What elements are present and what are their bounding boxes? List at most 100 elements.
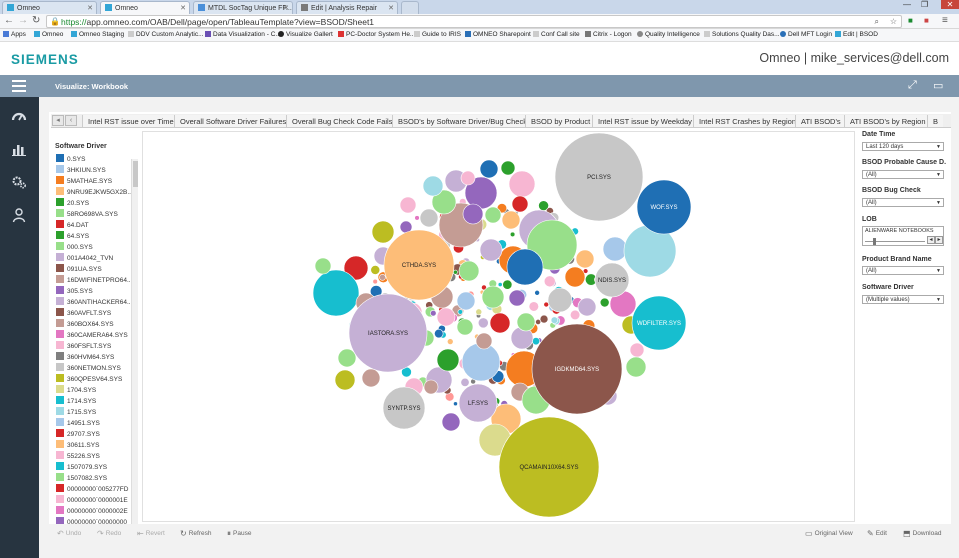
bookmark-star-icon[interactable]: ☆: [890, 17, 897, 26]
bookmark-item[interactable]: Guide to IRIS: [414, 31, 461, 38]
bubble-mark[interactable]: [599, 297, 610, 308]
bubble-mark[interactable]: [456, 318, 474, 336]
legend-item[interactable]: 360CAMERA64.SYS: [53, 330, 139, 341]
legend-item[interactable]: 360BOX64.SYS: [53, 319, 139, 330]
sheet-tab[interactable]: ATI BSOD's: [795, 115, 846, 127]
bubble-mark[interactable]: [453, 269, 458, 275]
bubble-mark[interactable]: [475, 332, 493, 350]
lob-prev-icon[interactable]: ◂: [927, 236, 935, 244]
bubble-mark[interactable]: [453, 401, 458, 407]
bubble-mark[interactable]: [508, 289, 526, 307]
back-icon[interactable]: ←: [4, 15, 14, 26]
bubble-mark[interactable]: [484, 206, 502, 224]
bubble-mark[interactable]: [462, 203, 484, 225]
bubble-mark[interactable]: [334, 369, 356, 391]
browser-tab[interactable]: Omneo ✕: [2, 1, 97, 14]
refresh-button[interactable]: ↻ Refresh: [180, 529, 211, 538]
bubble-mark[interactable]: [379, 274, 386, 281]
bubble-mark[interactable]: [479, 238, 503, 262]
browser-tab-active[interactable]: Omneo ✕: [100, 1, 190, 14]
bubble-mark[interactable]: [361, 368, 381, 388]
sheet-tab[interactable]: BSOD's by Software Driver/Bug Check: [392, 115, 532, 127]
forward-icon[interactable]: →: [18, 15, 28, 26]
fullscreen-icon[interactable]: ⤢: [908, 79, 917, 92]
undo-button[interactable]: ↶ Undo: [57, 529, 81, 538]
bubble-mark[interactable]: [446, 338, 454, 345]
lob-slider-filter[interactable]: ALIENWARE NOTEBOOKS ◂ ▸: [862, 226, 944, 246]
legend-item[interactable]: 9NRU9EJKW5GX2B...: [53, 187, 139, 198]
bookmark-item[interactable]: OMNEO Sharepoint: [465, 31, 531, 38]
bubble-mark[interactable]: [460, 377, 470, 387]
bubble-mark[interactable]: [516, 312, 536, 332]
legend-item[interactable]: 1507079.SYS: [53, 462, 139, 473]
revert-button[interactable]: ⇤ Revert: [137, 529, 165, 538]
tab-scroll-left-icon[interactable]: ‹: [65, 115, 77, 126]
bsod-bug-check-select[interactable]: (All) ▼: [862, 198, 944, 207]
bookmark-item[interactable]: PC-Doctor System He...: [338, 31, 415, 38]
url-input[interactable]: 🔒 https://app.omneo.com/OAB/Dell/page/op…: [46, 15, 902, 28]
reload-icon[interactable]: ↻: [32, 15, 40, 26]
date-time-select[interactable]: Last 120 days ▼: [862, 142, 944, 151]
bubble-mark[interactable]: [458, 260, 480, 282]
bubble-mark[interactable]: [422, 175, 444, 197]
bookmark-item[interactable]: DDV Custom Analytic...: [128, 31, 204, 38]
legend-item[interactable]: 091UA.SYS: [53, 264, 139, 275]
bubble-mark[interactable]: [312, 269, 360, 317]
legend-item[interactable]: 1715.SYS: [53, 407, 139, 418]
sheet-tab[interactable]: B: [927, 115, 944, 127]
bubble-mark[interactable]: [419, 208, 439, 228]
legend-item[interactable]: 30611.SYS: [53, 440, 139, 451]
legend-item[interactable]: 00000000`0000002E: [53, 506, 139, 517]
hamburger-menu-icon[interactable]: [12, 80, 26, 92]
bubble-mark[interactable]: [575, 249, 595, 269]
user-icon[interactable]: [11, 207, 27, 223]
lob-slider-handle[interactable]: [873, 238, 876, 245]
bubble-mark[interactable]: [534, 289, 540, 296]
legend-item[interactable]: 29707.SYS: [53, 429, 139, 440]
bubble-mark[interactable]: [372, 278, 378, 285]
bubble-mark[interactable]: [506, 248, 544, 286]
legend-item[interactable]: 360NETMON.SYS: [53, 363, 139, 374]
bookmark-item[interactable]: Omneo Staging: [71, 31, 124, 38]
legend-item[interactable]: 5MATHAE.SYS: [53, 176, 139, 187]
bubble-mark[interactable]: [497, 282, 503, 287]
bubble-mark[interactable]: [500, 160, 516, 176]
extension-icon[interactable]: ■: [924, 16, 929, 25]
bubble-mark[interactable]: [509, 231, 516, 238]
bubble-mark[interactable]: [577, 297, 597, 317]
legend-item[interactable]: 00000000`005277FD: [53, 484, 139, 495]
lob-next-icon[interactable]: ▸: [935, 236, 943, 244]
legend-item[interactable]: 20.SYS: [53, 198, 139, 209]
bubble-mark[interactable]: [602, 236, 628, 262]
close-icon[interactable]: ✕: [87, 4, 93, 12]
bubble-mark[interactable]: [543, 275, 556, 288]
bubble-mark[interactable]: [460, 170, 476, 186]
bubble-mark[interactable]: [528, 301, 539, 312]
bookmark-item[interactable]: Omneo: [34, 31, 63, 38]
bubble-mark[interactable]: [564, 266, 586, 288]
product-brand-select[interactable]: (All) ▼: [862, 266, 944, 275]
close-icon[interactable]: ✕: [388, 4, 394, 12]
menu-icon[interactable]: ≡: [942, 15, 948, 26]
legend-item[interactable]: 16DWIFINETPRO64....: [53, 275, 139, 286]
bubble-mark[interactable]: [543, 301, 550, 308]
bookmark-item[interactable]: Visualize Gallert: [278, 31, 333, 38]
bookmark-apps[interactable]: Apps: [3, 31, 26, 38]
bookmark-item[interactable]: Data Visualization - C...: [205, 31, 281, 38]
sheet-tab[interactable]: Overall Bug Check Code Fails: [286, 115, 398, 127]
settings-gears-icon[interactable]: [11, 174, 27, 190]
redo-button[interactable]: ↷ Redo: [97, 529, 121, 538]
legend-item[interactable]: 64.DAT: [53, 220, 139, 231]
bookmark-item[interactable]: Solutions Quality Das...: [704, 31, 780, 38]
bookmark-item[interactable]: Quality Intelligence: [637, 31, 700, 38]
bookmark-item[interactable]: Dell MFT Login: [780, 31, 832, 38]
bubble-mark[interactable]: [434, 328, 444, 339]
bubble-mark[interactable]: [569, 309, 581, 321]
bubble-mark[interactable]: [423, 379, 439, 395]
bubble-mark[interactable]: [436, 348, 460, 372]
bubble-mark[interactable]: [629, 342, 645, 358]
legend-item[interactable]: 55226.SYS: [53, 451, 139, 462]
bubble-mark[interactable]: [399, 196, 417, 214]
browser-tab[interactable]: MTDL SocTag Unique FF... ✕: [193, 1, 293, 14]
bubble-mark[interactable]: [475, 308, 483, 316]
